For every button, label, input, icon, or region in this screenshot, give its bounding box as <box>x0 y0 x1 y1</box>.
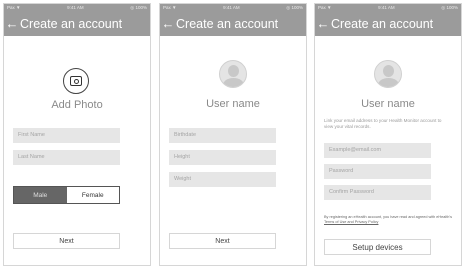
status-battery: ◎ 100% <box>441 5 458 10</box>
weight-field[interactable]: Weight <box>169 172 276 187</box>
form-card: Add Photo First Name Last Name Male Fema… <box>4 36 150 265</box>
status-bar: Pax ▼ 9:41 AM ◎ 100% <box>315 4 461 12</box>
confirm-password-field[interactable]: Confirm Password <box>324 185 431 200</box>
phone-screen-2: Pax ▼ 9:41 AM ◎ 100% ← Create an account… <box>159 3 307 266</box>
status-battery: ◎ 100% <box>286 5 303 10</box>
top-bar: ← Create an account <box>315 12 461 36</box>
status-battery: ◎ 100% <box>130 5 147 10</box>
email-field[interactable]: Example@email.com <box>324 143 431 158</box>
status-bar: Pax ▼ 9:41 AM ◎ 100% <box>4 4 150 12</box>
form-card: User name Birthdate Height Weight Next <box>160 36 306 265</box>
setup-devices-button[interactable]: Setup devices <box>324 239 431 255</box>
status-time: 9:41 AM <box>378 5 395 10</box>
avatar-placeholder-icon[interactable] <box>219 60 247 88</box>
top-bar: ← Create an account <box>4 12 150 36</box>
camera-icon[interactable] <box>63 68 89 94</box>
status-carrier: Pax ▼ <box>318 5 332 10</box>
add-photo-label[interactable]: Add Photo <box>4 99 150 111</box>
screen-title: Create an account <box>20 17 123 31</box>
next-button[interactable]: Next <box>169 233 276 249</box>
phone-screen-3: Pax ▼ 9:41 AM ◎ 100% ← Create an account… <box>314 3 462 266</box>
password-field[interactable]: Password <box>324 164 431 179</box>
back-arrow-icon[interactable]: ← <box>160 12 176 36</box>
screen-title: Create an account <box>176 17 279 31</box>
gender-option-male[interactable]: Male <box>14 187 67 203</box>
form-card: User name Link your email address to you… <box>315 36 461 265</box>
top-bar: ← Create an account <box>160 12 306 36</box>
back-arrow-icon[interactable]: ← <box>4 12 20 36</box>
status-carrier: Pax ▼ <box>163 5 177 10</box>
status-bar: Pax ▼ 9:41 AM ◎ 100% <box>160 4 306 12</box>
terms-notice: By registering an eHealth account, you h… <box>324 215 452 225</box>
back-arrow-icon[interactable]: ← <box>315 12 331 36</box>
next-button[interactable]: Next <box>13 233 120 249</box>
status-time: 9:41 AM <box>67 5 84 10</box>
user-name-label: User name <box>206 98 260 110</box>
status-time: 9:41 AM <box>223 5 240 10</box>
birthdate-field[interactable]: Birthdate <box>169 128 276 143</box>
gender-toggle: Male Female <box>13 186 120 204</box>
user-name-label: User name <box>361 98 415 110</box>
terms-text: By registering an eHealth account, you h… <box>324 215 453 219</box>
avatar-placeholder-icon[interactable] <box>374 60 402 88</box>
screen-title: Create an account <box>331 17 434 31</box>
height-field[interactable]: Height <box>169 150 276 165</box>
status-carrier: Pax ▼ <box>7 5 21 10</box>
phone-screen-1: Pax ▼ 9:41 AM ◎ 100% ← Create an account… <box>3 3 151 266</box>
first-name-field[interactable]: First Name <box>13 128 120 143</box>
link-account-description: Link your email address to your Health M… <box>324 118 442 129</box>
gender-option-female[interactable]: Female <box>66 187 119 203</box>
last-name-field[interactable]: Last Name <box>13 150 120 165</box>
terms-link[interactable]: Terms of Use and Privacy Policy <box>324 220 378 224</box>
